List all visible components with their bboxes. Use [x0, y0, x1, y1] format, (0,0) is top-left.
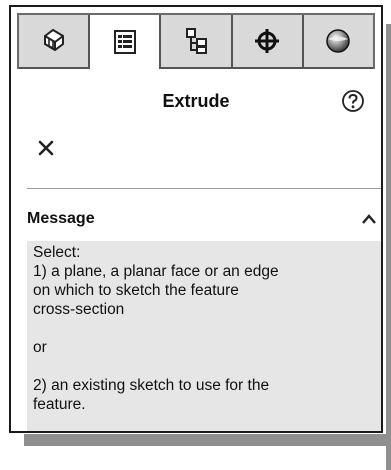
configuration-manager-icon [186, 28, 207, 54]
tab-configuration-manager[interactable] [161, 15, 233, 69]
display-manager-icon [326, 29, 351, 53]
chevron-up-icon[interactable] [361, 212, 377, 226]
message-line: feature. [33, 396, 86, 413]
property-manager-panel: Extrude Message Select: 1) a plane, a pl… [9, 5, 383, 433]
tab-dimxpert-manager[interactable] [232, 15, 304, 69]
message-line: or [33, 339, 47, 356]
close-icon[interactable] [37, 139, 55, 157]
tab-display-manager[interactable] [303, 15, 374, 69]
message-line: cross-section [33, 301, 125, 318]
panel-title: Extrude [162, 91, 230, 111]
divider [27, 188, 381, 189]
message-line: Select: [33, 244, 81, 261]
tab-property-manager[interactable] [90, 15, 162, 69]
feature-manager-icon [43, 28, 64, 52]
message-section-header[interactable]: Message [27, 203, 381, 237]
tab-feature-manager[interactable] [19, 15, 91, 69]
manager-tab-bar [17, 13, 375, 69]
message-section-title: Message [27, 210, 95, 227]
help-icon[interactable] [341, 89, 365, 113]
panel-shadow-bottom [24, 434, 391, 446]
panel-title-row: Extrude [17, 85, 375, 121]
dimxpert-manager-icon [255, 29, 280, 53]
panel-shadow-right [386, 24, 391, 470]
message-text-box: Select: 1) a plane, a planar face or an … [27, 241, 381, 431]
message-line: 1) a plane, a planar face or an edge [33, 263, 279, 280]
property-manager-icon [113, 30, 136, 54]
message-line: 2) an existing sketch to use for the [33, 377, 270, 394]
message-line: on which to sketch the feature [33, 282, 239, 299]
